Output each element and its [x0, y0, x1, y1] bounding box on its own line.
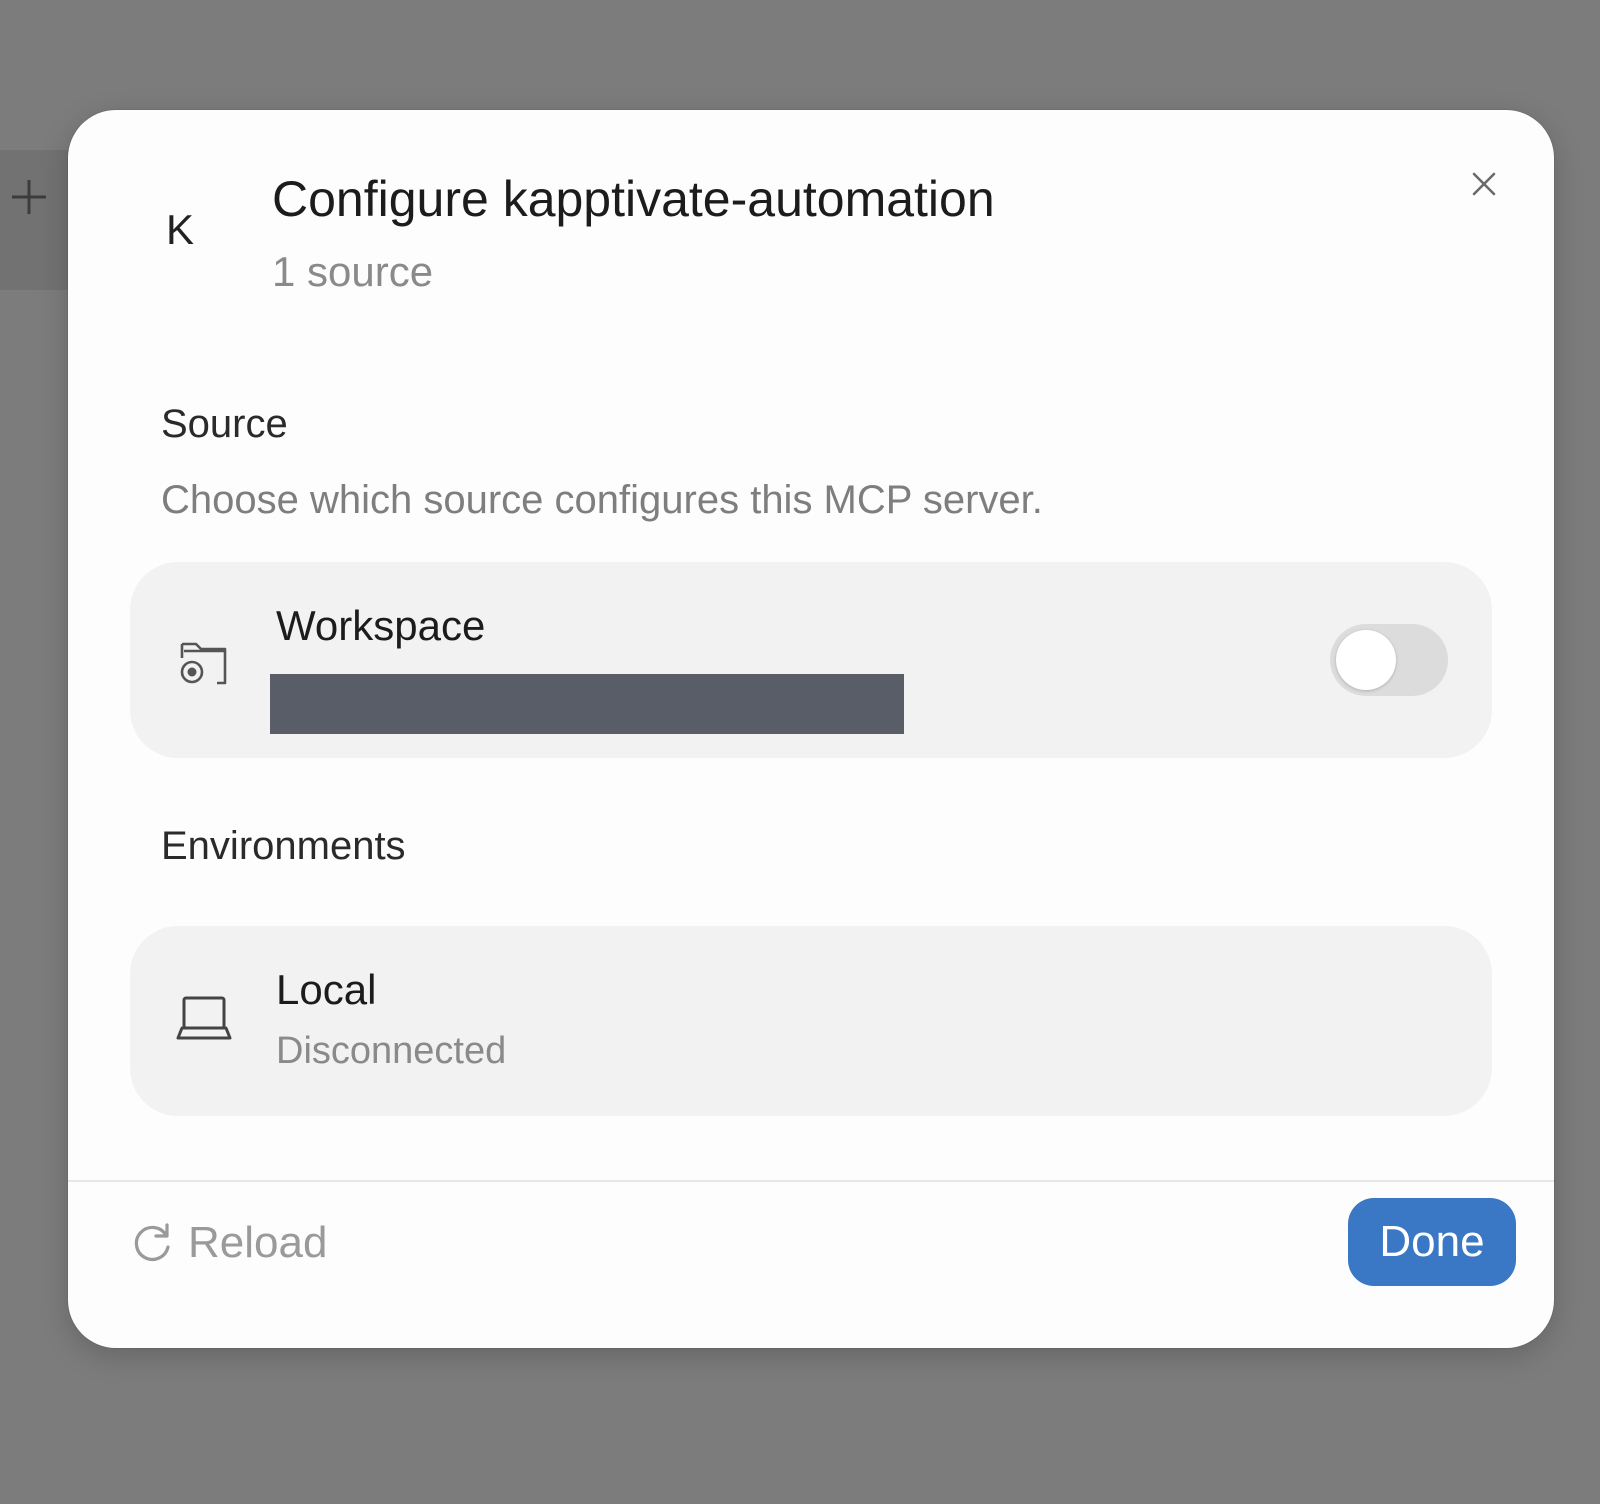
laptop-icon	[176, 996, 232, 1040]
plus-icon[interactable]	[8, 176, 50, 218]
environment-status: Disconnected	[276, 1030, 507, 1072]
server-avatar: K	[166, 206, 195, 253]
dialog-title: Configure kapptivate-automation	[272, 171, 995, 227]
done-button[interactable]: Done	[1348, 1198, 1516, 1286]
folder-settings-icon	[180, 642, 227, 685]
source-option-workspace[interactable]: Workspace	[130, 562, 1492, 758]
footer-divider	[68, 1180, 1554, 1182]
redacted-path	[270, 674, 904, 734]
workspace-toggle[interactable]	[1330, 624, 1448, 696]
reload-label: Reload	[188, 1218, 328, 1267]
workspace-label: Workspace	[276, 602, 486, 649]
configure-dialog: K Configure kapptivate-automation 1 sour…	[68, 110, 1554, 1348]
source-section-description: Choose which source configures this MCP …	[161, 478, 1043, 522]
reload-button[interactable]: Reload	[130, 1214, 327, 1272]
environment-label: Local	[276, 966, 377, 1013]
toggle-knob	[1336, 630, 1396, 690]
environment-item-local[interactable]: Local Disconnected	[130, 926, 1492, 1116]
background-toolbar	[0, 150, 70, 290]
reload-icon	[134, 1223, 170, 1261]
dialog-subtitle: 1 source	[272, 248, 434, 295]
environments-section-title: Environments	[161, 824, 406, 868]
close-icon[interactable]	[1466, 166, 1502, 202]
source-section-title: Source	[161, 402, 288, 446]
